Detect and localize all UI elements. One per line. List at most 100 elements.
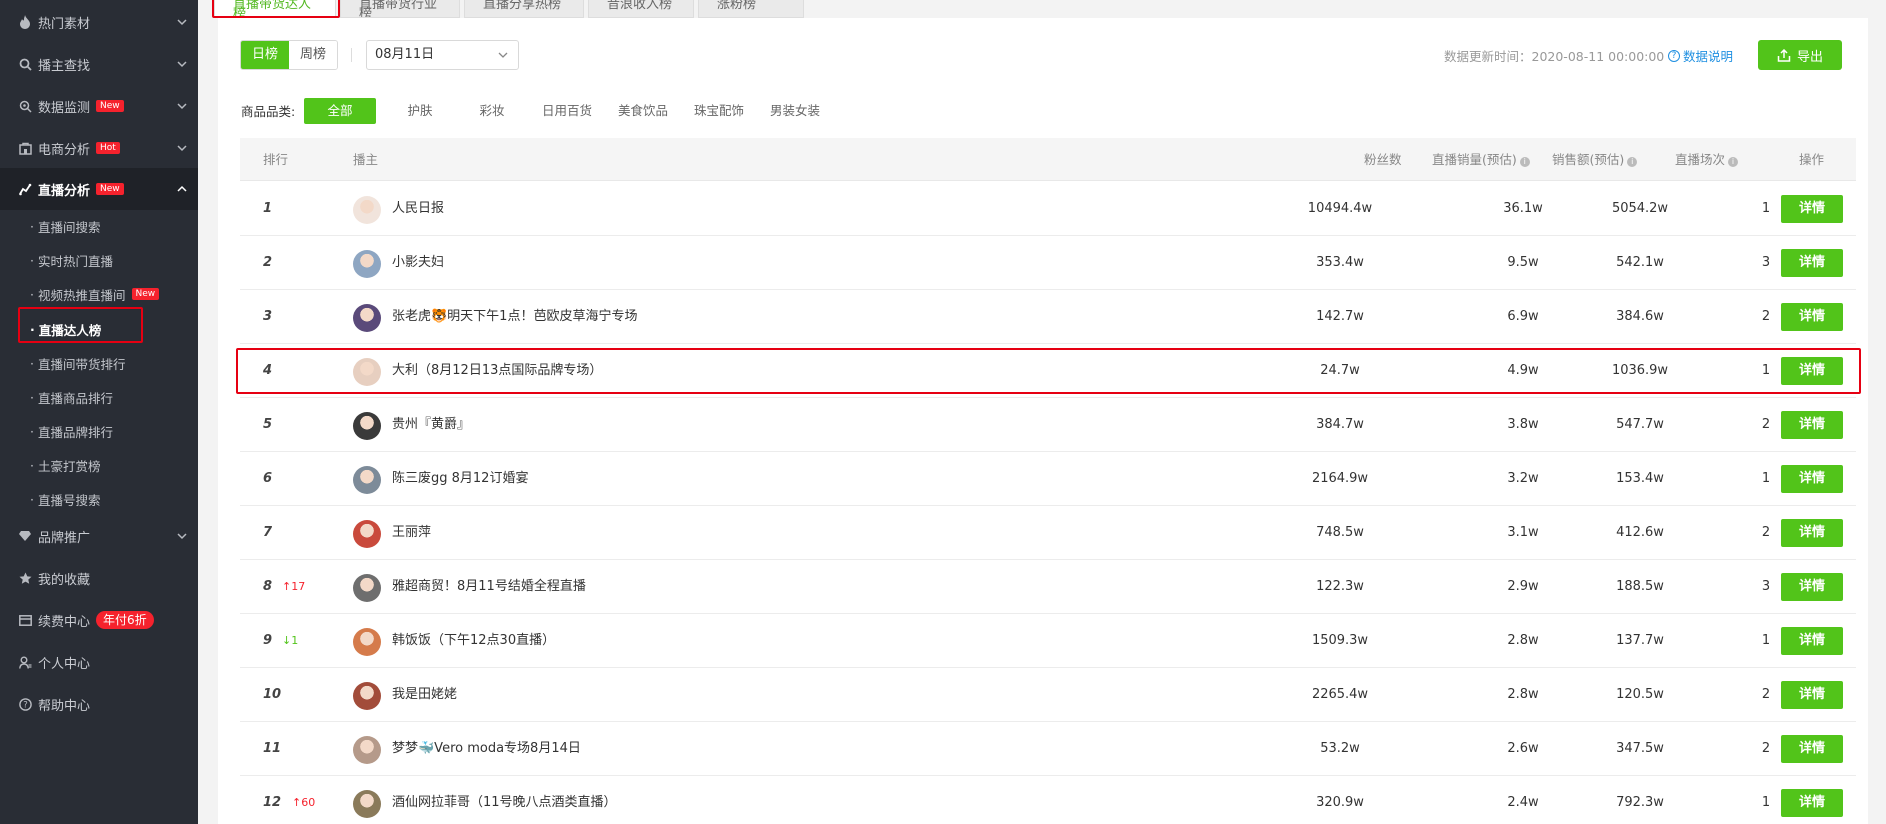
tab-sound-income[interactable]: 音浪收入榜 xyxy=(588,0,694,18)
sidebar-item-anchor-search[interactable]: 播主查找 xyxy=(0,44,198,84)
detail-button[interactable]: 详情 xyxy=(1781,249,1843,277)
help-icon: ? xyxy=(18,697,32,711)
avatar[interactable] xyxy=(353,304,381,332)
sidebar-item-label: 播主查找 xyxy=(38,58,91,74)
sidebar-sub-live-product-rank[interactable]: 直播商品排行 xyxy=(30,382,113,412)
detail-button[interactable]: 详情 xyxy=(1781,357,1843,385)
header-sessions: 直播场次 i xyxy=(1675,138,1739,181)
avatar[interactable] xyxy=(353,466,381,494)
sidebar-item-data-monitor[interactable]: 数据监测 New xyxy=(0,86,198,126)
user-icon xyxy=(18,655,32,669)
header-sales: 直播销量(预估) i xyxy=(1432,138,1530,181)
sidebar-sub-live-sales-rank[interactable]: 直播间带货排行 xyxy=(30,348,126,378)
category-skincare[interactable]: 护肤 xyxy=(395,98,445,124)
avatar[interactable] xyxy=(353,412,381,440)
anchor-name[interactable]: 韩饭饭（下午12点30直播） xyxy=(392,614,555,668)
sidebar-item-brand-promotion[interactable]: 品牌推广 xyxy=(0,516,198,556)
detail-button[interactable]: 详情 xyxy=(1781,789,1843,817)
anchor-name[interactable]: 我是田姥姥 xyxy=(392,668,457,722)
chevron-down-icon xyxy=(177,61,187,68)
sidebar-item-help-center[interactable]: ? 帮助中心 xyxy=(0,684,198,724)
gmv-value: 792.3w xyxy=(1616,795,1664,810)
data-explain-link[interactable]: ? 数据说明 xyxy=(1668,46,1733,65)
sidebar-sub-video-hot-live[interactable]: 视频热推直播间 New xyxy=(30,279,160,309)
detail-button[interactable]: 详情 xyxy=(1781,735,1843,763)
tab-live-sales-industry[interactable]: 直播带货行业榜 xyxy=(340,0,460,18)
sidebar-sub-live-talent-rank[interactable]: 直播达人榜 xyxy=(30,314,102,344)
sidebar-sub-tycoon-reward-rank[interactable]: 土豪打赏榜 xyxy=(30,450,101,480)
avatar[interactable] xyxy=(353,628,381,656)
detail-button[interactable]: 详情 xyxy=(1781,681,1843,709)
fans-value: 122.3w xyxy=(1316,579,1364,594)
fire-icon xyxy=(18,15,32,29)
category-clothing[interactable]: 男装女装 xyxy=(765,98,825,124)
category-jewelry[interactable]: 珠宝配饰 xyxy=(689,98,749,124)
table-header: 排行 播主 粉丝数 直播销量(预估) i 销售额(预估) i 直播场次 i 操作 xyxy=(240,138,1856,181)
export-button[interactable]: 导出 xyxy=(1758,40,1842,70)
sidebar-item-hot-materials[interactable]: 热门素材 xyxy=(0,2,198,42)
anchor-name[interactable]: 陈三废gg 8月12订婚宴 xyxy=(392,452,528,506)
avatar[interactable] xyxy=(353,250,381,278)
info-icon[interactable]: i xyxy=(1519,157,1530,167)
period-daily-button[interactable]: 日榜 xyxy=(241,41,289,69)
chevron-down-icon xyxy=(177,19,187,26)
avatar[interactable] xyxy=(353,790,381,818)
sidebar-item-renewal-center[interactable]: 续费中心 年付6折 xyxy=(0,600,198,640)
info-icon[interactable]: i xyxy=(1627,157,1638,167)
anchor-name[interactable]: 小影夫妇 xyxy=(392,236,444,290)
anchor-name[interactable]: 人民日报 xyxy=(392,182,444,236)
sidebar-sub-live-account-search[interactable]: 直播号搜索 xyxy=(30,484,101,514)
avatar[interactable] xyxy=(353,682,381,710)
category-makeup[interactable]: 彩妆 xyxy=(467,98,517,124)
category-food-drink[interactable]: 美食饮品 xyxy=(613,98,673,124)
data-explain-label: 数据说明 xyxy=(1683,49,1734,64)
sidebar-sub-live-brand-rank[interactable]: 直播品牌排行 xyxy=(30,416,113,446)
sidebar-item-personal-center[interactable]: 个人中心 xyxy=(0,642,198,682)
avatar[interactable] xyxy=(353,520,381,548)
date-value: 08月11日 xyxy=(375,47,435,62)
sales-value: 3.1w xyxy=(1507,525,1539,540)
tab-live-share-hot[interactable]: 直播分享热榜 xyxy=(464,0,584,18)
table-row: 8 ↑17 雅超商贸！8月11号结婚全程直播 122.3w 2.9w 188.5w 3 详情 xyxy=(240,560,1856,614)
tab-live-sales-talent[interactable]: 直播带货达人榜 xyxy=(214,0,336,18)
sales-value: 4.9w xyxy=(1507,363,1539,378)
star-icon xyxy=(18,571,32,585)
detail-button[interactable]: 详情 xyxy=(1781,519,1843,547)
detail-button[interactable]: 详情 xyxy=(1781,465,1843,493)
gmv-value: 384.6w xyxy=(1616,309,1664,324)
tab-fans-growth[interactable]: 涨粉榜 xyxy=(698,0,804,18)
anchor-name[interactable]: 张老虎🐯明天下午1点！芭欧皮草海宁专场 xyxy=(392,290,637,344)
date-select[interactable]: 08月11日 xyxy=(366,40,519,70)
detail-button[interactable]: 详情 xyxy=(1781,195,1843,223)
period-weekly-button[interactable]: 周榜 xyxy=(289,41,337,69)
anchor-name[interactable]: 酒仙网拉菲哥（11号晚八点酒类直播） xyxy=(392,776,617,824)
gmv-value: 542.1w xyxy=(1616,255,1664,270)
anchor-name[interactable]: 贵州『黄爵』 xyxy=(392,398,470,452)
detail-button[interactable]: 详情 xyxy=(1781,411,1843,439)
anchor-name[interactable]: 大利（8月12日13点国际品牌专场） xyxy=(392,344,602,398)
detail-button[interactable]: 详情 xyxy=(1781,573,1843,601)
anchor-name[interactable]: 梦梦🐳Vero moda专场8月14日 xyxy=(392,722,581,776)
export-label: 导出 xyxy=(1796,49,1823,65)
detail-button[interactable]: 详情 xyxy=(1781,627,1843,655)
sidebar-sub-live-room-search[interactable]: 直播间搜索 xyxy=(30,211,101,241)
sidebar-item-my-favorites[interactable]: 我的收藏 xyxy=(0,558,198,598)
category-daily-goods[interactable]: 日用百货 xyxy=(537,98,597,124)
sidebar-sub-realtime-hot-live[interactable]: 实时热门直播 xyxy=(30,245,113,275)
anchor-name[interactable]: 王丽萍 xyxy=(392,506,431,560)
category-all[interactable]: 全部 xyxy=(304,98,376,124)
info-icon[interactable]: i xyxy=(1728,157,1739,167)
header-sessions-label: 直播场次 xyxy=(1675,152,1726,167)
sidebar-item-live-analysis[interactable]: 直播分析 New xyxy=(0,168,198,210)
monitor-icon xyxy=(18,99,32,113)
avatar[interactable] xyxy=(353,574,381,602)
anchor-name[interactable]: 雅超商贸！8月11号结婚全程直播 xyxy=(392,560,586,614)
sidebar-item-ecommerce-analysis[interactable]: 电商分析 Hot xyxy=(0,128,198,168)
avatar[interactable] xyxy=(353,736,381,764)
rank-number: 2 xyxy=(263,255,273,270)
gmv-value: 120.5w xyxy=(1616,687,1664,702)
avatar[interactable] xyxy=(353,358,381,386)
avatar[interactable] xyxy=(353,196,381,224)
sales-value: 2.8w xyxy=(1507,687,1539,702)
detail-button[interactable]: 详情 xyxy=(1781,303,1843,331)
